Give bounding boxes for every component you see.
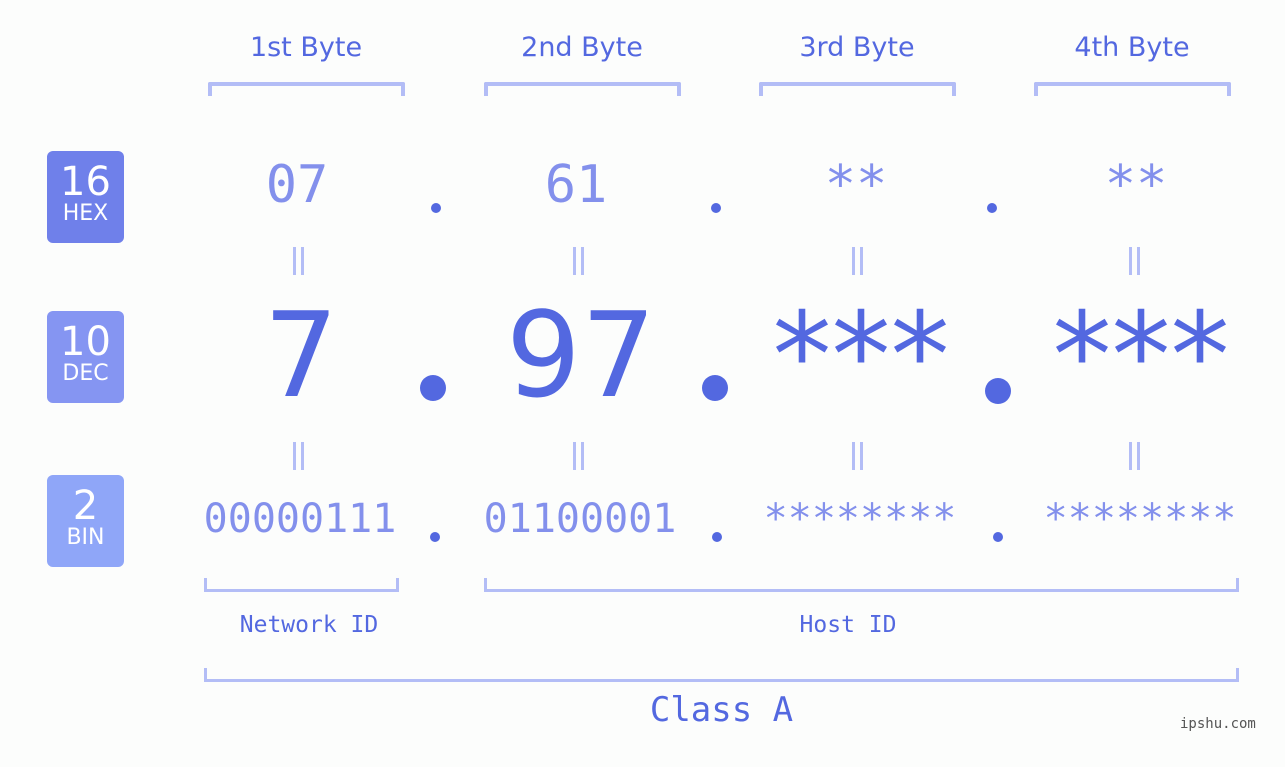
dec-separator-dot (985, 378, 1011, 404)
bin-byte-2: 01100001 (483, 496, 677, 542)
network-id-bracket (204, 578, 399, 592)
dec-byte-3: *** (772, 286, 950, 424)
class-bracket (204, 668, 1239, 682)
bin-byte-4: ******** (1043, 496, 1237, 542)
watermark: ipshu.com (1180, 716, 1256, 732)
equals-sign (1127, 442, 1143, 470)
bin-byte-1: 00000111 (203, 496, 397, 542)
dec-separator-dot (702, 375, 728, 401)
equals-sign (571, 247, 587, 275)
dec-badge-number: 10 (60, 319, 111, 365)
byte-header-2: 2nd Byte (521, 32, 643, 63)
byte-header-3: 3rd Byte (799, 32, 915, 63)
hex-byte-3: ** (824, 155, 888, 215)
host-id-bracket (484, 578, 1239, 592)
equals-sign (1127, 247, 1143, 275)
byte-bracket-3 (759, 82, 956, 96)
hex-byte-1: 07 (265, 155, 329, 215)
dec-byte-2: 97 (505, 286, 657, 424)
byte-bracket-1 (208, 82, 405, 96)
equals-sign (291, 442, 307, 470)
bin-separator-dot (430, 532, 440, 542)
hex-separator-dot (431, 203, 441, 213)
byte-bracket-4 (1034, 82, 1231, 96)
dec-badge-label: DEC (62, 361, 109, 386)
dec-separator-dot (420, 375, 446, 401)
class-label: Class A (649, 690, 794, 730)
hex-badge: 16 HEX (47, 151, 124, 243)
bin-badge-label: BIN (66, 525, 105, 550)
hex-separator-dot (711, 203, 721, 213)
bin-separator-dot (993, 532, 1003, 542)
bin-separator-dot (712, 532, 722, 542)
hex-badge-number: 16 (60, 159, 111, 205)
equals-sign (850, 247, 866, 275)
equals-sign (291, 247, 307, 275)
equals-sign (571, 442, 587, 470)
bin-badge: 2 BIN (47, 475, 124, 567)
hex-badge-label: HEX (62, 201, 109, 226)
equals-sign (850, 442, 866, 470)
bin-badge-number: 2 (72, 483, 99, 529)
hex-byte-2: 61 (544, 155, 608, 215)
dec-byte-4: *** (1052, 286, 1230, 424)
byte-bracket-2 (484, 82, 681, 96)
byte-header-1: 1st Byte (249, 32, 363, 63)
bin-byte-3: ******** (763, 496, 957, 542)
host-id-label: Host ID (799, 612, 897, 638)
byte-header-4: 4th Byte (1074, 32, 1190, 63)
hex-separator-dot (987, 203, 997, 213)
hex-byte-4: ** (1104, 155, 1168, 215)
network-id-label: Network ID (239, 612, 379, 638)
dec-byte-1: 7 (263, 286, 339, 424)
dec-badge: 10 DEC (47, 311, 124, 403)
